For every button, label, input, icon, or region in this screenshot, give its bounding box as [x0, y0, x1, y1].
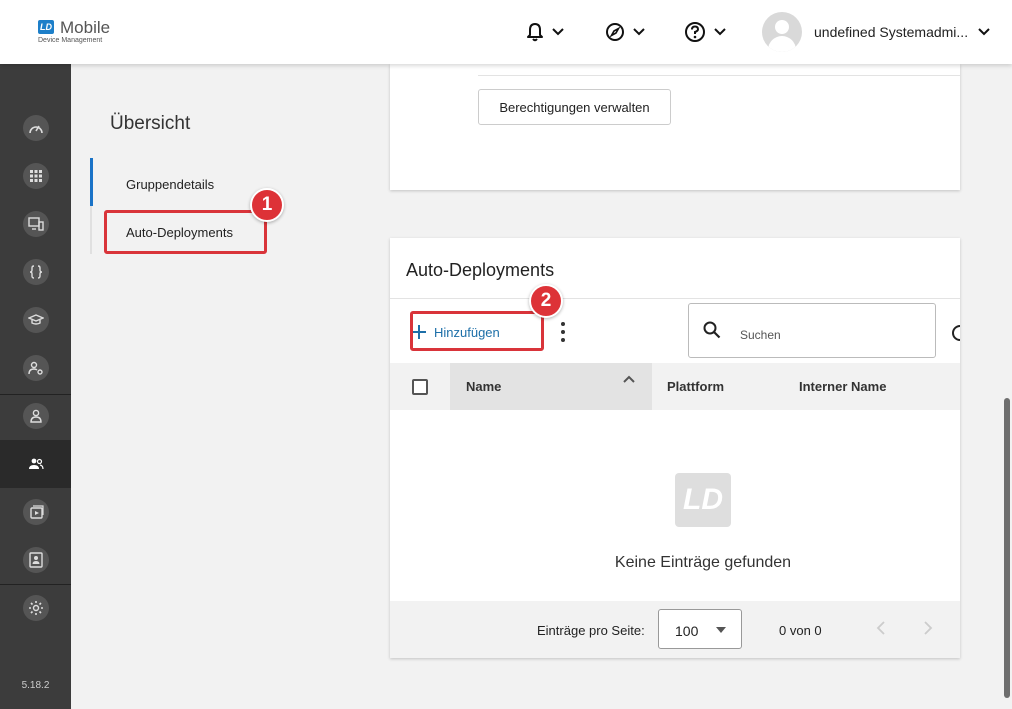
- dashboard-icon: [28, 125, 43, 134]
- groups-icon: [28, 458, 44, 470]
- select-all-checkbox[interactable]: [412, 379, 428, 395]
- search-placeholder: Suchen: [740, 328, 781, 342]
- notifications-menu[interactable]: [526, 20, 564, 44]
- pagination-range: 0 von 0: [779, 623, 822, 638]
- annotation-highlight-1: [104, 210, 267, 254]
- table-header: Name Plattform Interner Name: [390, 363, 960, 410]
- profile-icon: [28, 552, 43, 568]
- logo-badge: LD: [38, 20, 54, 34]
- permissions-card: Berechtigungen verwalten: [390, 64, 960, 190]
- search-icon: [703, 321, 721, 339]
- sort-ascending-icon[interactable]: [623, 375, 635, 383]
- apps-icon: [29, 170, 42, 182]
- chevron-down-icon: [633, 28, 645, 36]
- chevron-down-icon: [978, 28, 990, 36]
- per-page-value: 100: [675, 623, 699, 639]
- sidebar-item-profiles[interactable]: [0, 536, 71, 584]
- manage-permissions-button[interactable]: Berechtigungen verwalten: [478, 89, 671, 125]
- settings-icon: [28, 601, 43, 615]
- empty-state-text: Keine Einträge gefunden: [614, 554, 792, 571]
- empty-state-logo: LD: [675, 473, 731, 527]
- chevron-down-icon: [552, 28, 564, 36]
- auto-deployments-card: Auto-Deployments Hinzufügen Suchen Name …: [390, 238, 960, 658]
- more-options-icon[interactable]: [560, 322, 566, 342]
- user-name: undefined Systemadmi...: [814, 24, 969, 40]
- previous-page-icon[interactable]: [876, 621, 886, 635]
- table-pagination: Einträge pro Seite: 100 0 von 0: [390, 601, 960, 658]
- sidebar-item-deployments[interactable]: [0, 488, 71, 536]
- column-internal-name-label[interactable]: Interner Name: [799, 379, 886, 394]
- logo-subtitle: Device Management: [38, 37, 103, 44]
- sidebar-item-education[interactable]: [0, 296, 71, 344]
- sidebar-item-user-settings[interactable]: [0, 344, 71, 392]
- sidebar-item-scripts[interactable]: [0, 248, 71, 296]
- deployments-icon: [29, 505, 44, 519]
- explore-menu[interactable]: [605, 20, 645, 44]
- annotation-highlight-2: [410, 311, 544, 351]
- search-input[interactable]: Suchen: [688, 303, 936, 358]
- sidebar-item-groups[interactable]: [0, 440, 71, 488]
- bell-icon: [527, 23, 543, 42]
- column-platform-label[interactable]: Plattform: [667, 379, 724, 394]
- nav-indicator-track: [90, 206, 92, 254]
- code-icon: [29, 265, 42, 279]
- annotation-badge-1: 1: [250, 188, 284, 222]
- user-icon: [29, 409, 42, 423]
- refresh-icon[interactable]: [952, 324, 960, 342]
- nav-item-gruppendetails[interactable]: Gruppendetails: [126, 177, 214, 192]
- card-divider: [478, 75, 960, 76]
- help-menu[interactable]: [684, 20, 726, 44]
- app-version: 5.18.2: [21, 680, 50, 691]
- compass-icon: [606, 23, 624, 41]
- sidebar-item-users[interactable]: [0, 392, 71, 440]
- column-name-label[interactable]: Name: [466, 379, 501, 394]
- page-title: Übersicht: [110, 113, 191, 134]
- card-divider: [390, 298, 960, 299]
- sidebar-item-devices[interactable]: [0, 200, 71, 248]
- per-page-label: Einträge pro Seite:: [537, 623, 645, 638]
- user-menu[interactable]: undefined Systemadmi...: [762, 12, 990, 52]
- dropdown-arrow-icon: [716, 627, 726, 633]
- top-header: LD Mobile Device Management undefined Sy…: [0, 0, 1012, 64]
- auto-deployments-title: Auto-Deployments: [406, 260, 555, 280]
- sidebar-item-apps[interactable]: [0, 152, 71, 200]
- page-scrollbar[interactable]: [1004, 398, 1010, 698]
- next-page-icon[interactable]: [923, 621, 933, 635]
- nav-active-indicator: [90, 158, 93, 206]
- devices-icon: [27, 217, 44, 231]
- sidebar: 5.18.2: [0, 64, 71, 709]
- sidebar-item-settings[interactable]: [0, 584, 71, 632]
- logo-title: Mobile: [60, 18, 111, 37]
- education-icon: [27, 314, 44, 325]
- per-page-select[interactable]: 100: [658, 609, 742, 649]
- help-icon: [685, 22, 705, 42]
- avatar: [762, 12, 802, 52]
- sidebar-item-dashboard[interactable]: [0, 104, 71, 152]
- annotation-badge-2: 2: [529, 284, 563, 318]
- chevron-down-icon: [714, 28, 726, 36]
- user-settings-icon: [27, 361, 43, 375]
